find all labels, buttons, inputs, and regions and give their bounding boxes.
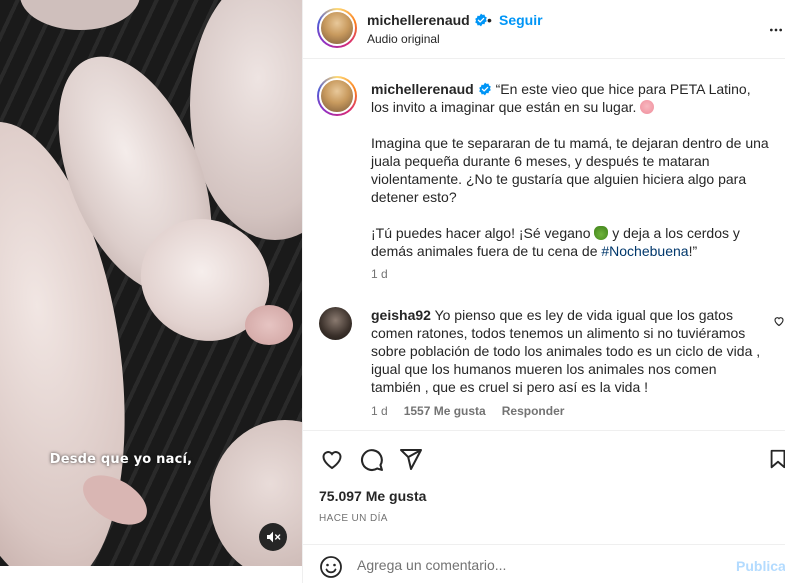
comment-icon[interactable] — [359, 447, 384, 472]
commenter-username[interactable]: geisha92 — [371, 307, 431, 323]
caption-paragraph-2: Imagina que te separaran de tu mamá, te … — [371, 135, 769, 205]
speaker-muted-icon — [267, 531, 281, 543]
caption-avatar[interactable] — [317, 76, 357, 116]
caption-text: michellerenaud “En este vieo que hice pa… — [371, 80, 771, 260]
follow-button[interactable]: Seguir — [499, 12, 543, 28]
action-bar: 75.097 Me gusta HACE UN DÍA — [303, 430, 785, 530]
emoji-icon[interactable] — [319, 555, 343, 579]
sprout-emoji-icon — [594, 226, 609, 240]
likes-count[interactable]: 75.097 Me gusta — [319, 488, 426, 504]
verified-badge-icon — [478, 82, 491, 96]
comment-likes-count[interactable]: 1557 Me gusta — [404, 404, 486, 418]
post-timestamp: HACE UN DÍA — [319, 513, 388, 524]
avatar[interactable] — [317, 8, 357, 48]
mute-button[interactable] — [259, 523, 287, 551]
heart-icon[interactable] — [319, 447, 345, 471]
comments-section[interactable]: michellerenaud “En este vieo que hice pa… — [303, 60, 785, 430]
commenter-avatar[interactable] — [319, 307, 352, 340]
comment-timestamp[interactable]: 1 d — [371, 404, 388, 418]
caption-paragraph-3: ¡Tú puedes hacer algo! ¡Sé vegano y deja… — [371, 224, 771, 260]
video-pig-snout — [245, 305, 293, 345]
caption-paragraph-3c: !” — [688, 243, 698, 259]
add-comment-bar: Publicar — [303, 544, 785, 583]
avatar-image — [319, 10, 355, 46]
bookmark-icon[interactable] — [767, 447, 785, 471]
comment-input[interactable] — [357, 555, 717, 575]
caption-timestamp[interactable]: 1 d — [371, 267, 388, 281]
share-icon[interactable] — [399, 447, 423, 471]
caption-username[interactable]: michellerenaud — [371, 81, 492, 97]
reel-video[interactable]: Desde que yo nací, — [0, 0, 302, 566]
pig-face-emoji-icon — [640, 100, 655, 114]
verified-badge-icon — [474, 13, 487, 27]
comment-body: geisha92 Yo pienso que es ley de vida ig… — [371, 306, 766, 396]
caption-username-text: michellerenaud — [371, 81, 474, 97]
caption-paragraph-3a: ¡Tú puedes hacer algo! ¡Sé vegano — [371, 225, 595, 241]
author-username-text: michellerenaud — [367, 12, 470, 28]
avatar-image — [319, 78, 355, 114]
hashtag-link[interactable]: #Nochebuena — [601, 243, 688, 259]
reply-button[interactable]: Responder — [502, 404, 565, 418]
video-subtitle: Desde que yo nací, — [49, 452, 193, 467]
author-username[interactable]: michellerenaud — [367, 12, 488, 28]
publish-button[interactable]: Publicar — [736, 558, 785, 574]
audio-link[interactable]: Audio original — [367, 32, 440, 46]
post-header: michellerenaud • Seguir Audio original — [303, 0, 785, 59]
post-panel: michellerenaud • Seguir Audio original m… — [302, 0, 785, 583]
separator-dot: • — [487, 12, 492, 28]
heart-icon[interactable] — [773, 315, 785, 327]
comment-meta: 1 d 1557 Me gusta Responder — [371, 404, 564, 418]
more-options-icon[interactable] — [768, 22, 784, 38]
